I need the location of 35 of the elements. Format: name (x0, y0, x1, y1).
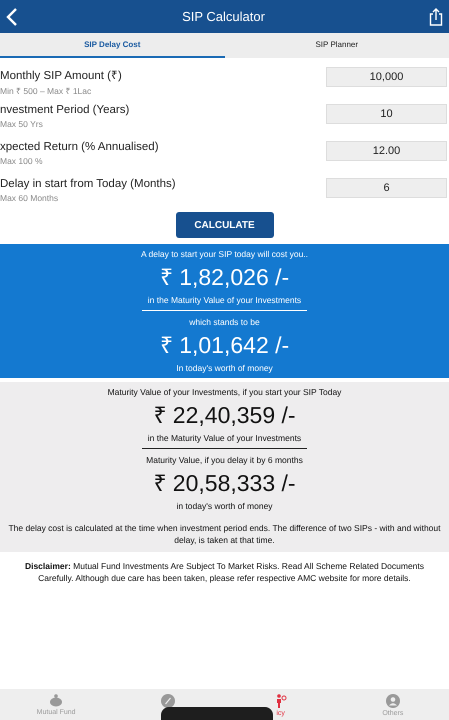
field-hint: Min ₹ 500 – Max ₹ 1Lac (0, 85, 92, 96)
field-hint: Max 100 % (0, 156, 44, 166)
delay-intro: Maturity Value, if you delay it by 6 months (146, 454, 303, 466)
tab[interactable]: SIP Planner (224, 33, 449, 58)
screen-title: SIP Calculator (182, 9, 265, 24)
field-label: Monthly SIP Amount (₹) (0, 69, 122, 82)
back-icon[interactable] (6, 8, 18, 26)
input-field[interactable]: 10,000 (326, 67, 447, 87)
calculate-button[interactable]: CALCULATE (176, 212, 274, 238)
maturity-caption: in the Maturity Value of your Investments (142, 432, 308, 449)
person-icon (274, 694, 287, 708)
share-icon[interactable] (428, 8, 443, 26)
input-field[interactable]: 12.00 (326, 141, 447, 161)
field-hint: Max 60 Months (0, 193, 60, 203)
bridge-text: which stands to be (189, 316, 260, 328)
field-hint: Max 50 Yrs (0, 119, 44, 129)
delay-note: The delay cost is calculated at the time when investment period ends. The difference of two SIPs - with and without delay, is taken at that time. (7, 522, 442, 546)
field-label: xpected Return (% Annualised) (0, 141, 159, 153)
user-icon (386, 694, 400, 708)
maturity-intro: Maturity Value of your Investments, if you start your SIP Today (108, 386, 342, 398)
cost-intro: A delay to start your SIP today will cost you.. (140, 248, 308, 260)
cost-amount: ₹ 1,82,026 /- (160, 263, 290, 292)
input-field[interactable]: 10 (326, 104, 447, 124)
field-label: nvestment Period (Years) (0, 104, 130, 116)
today-amount: ₹ 1,01,642 /- (160, 331, 290, 360)
maturity-amount: ₹ 22,40,359 /- (153, 401, 296, 430)
disclaimer-text: Disclaimer: Mutual Fund Investments Are Subject To Market Risks. Read All Scheme Related Documents Carefully. Although due care has been taken, please refer respective AMC website for more details. (24, 560, 426, 585)
today-caption: In today's worth of money (176, 362, 273, 374)
delayed-amount: ₹ 20,58,333 /- (153, 469, 296, 498)
delayed-caption: in today's worth of money (176, 500, 273, 512)
tab[interactable]: SIP Delay Cost (0, 33, 224, 58)
piggy-bank-icon (49, 694, 64, 707)
cost-caption: in the Maturity Value of your Investments (142, 294, 308, 311)
input-field[interactable]: 6 (326, 178, 447, 198)
field-label: Delay in start from Today (Months) (0, 178, 176, 190)
